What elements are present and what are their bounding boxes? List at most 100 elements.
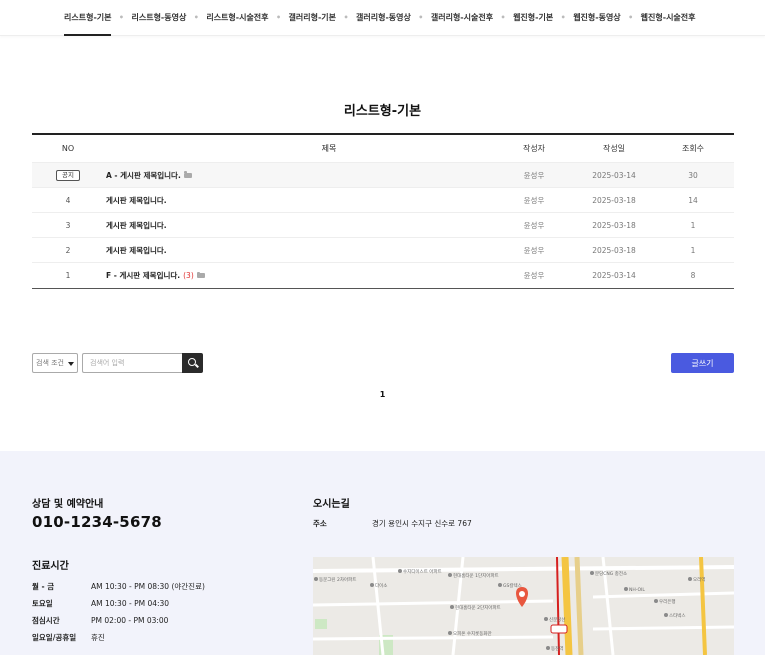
table-row[interactable]: 2 게시판 제목입니다. 윤성우 2025-03-18 1 xyxy=(32,238,734,263)
map-poi-icon xyxy=(688,577,692,581)
row-date: 2025-03-14 xyxy=(592,271,636,280)
pagination: 1 xyxy=(0,390,765,399)
map-label: 현대홈타운 1단지아파트 xyxy=(453,572,499,579)
map-poi-icon xyxy=(624,587,628,591)
consult-label: 상담 및 예약안내 xyxy=(32,499,104,510)
board-type-tabs: 리스트형-기본 • 리스트형-동영상 • 리스트형-시술전후 • 갤러리형-기본 • 갤러리형-… xyxy=(0,0,765,36)
table-row[interactable]: 3 게시판 제목입니다. 윤성우 2025-03-18 1 xyxy=(32,213,734,238)
tab-7[interactable]: 웹진형-기본 xyxy=(513,0,553,36)
attachment-folder-icon xyxy=(196,271,205,278)
row-views: 30 xyxy=(688,170,698,180)
tab-2[interactable]: 리스트형-동영상 xyxy=(131,0,186,36)
map-canvas[interactable]: 동문그린 2차아파트다이소 수지디이스트 아파트현대홈타운 1단지아파트 GS칼텍스… xyxy=(313,557,734,655)
map-label: 동천역 xyxy=(551,645,563,652)
map-label: 분당CNG 충전소 xyxy=(595,570,627,577)
row-author: 윤성우 xyxy=(523,271,545,280)
row-title-text[interactable]: 게시판 제목입니다. xyxy=(106,220,167,231)
row-date: 2025-03-18 xyxy=(592,245,636,255)
row-views: 1 xyxy=(690,245,696,255)
row-date: 2025-03-14 xyxy=(592,170,636,180)
address-label: 주소 xyxy=(313,519,327,528)
directions-label: 오시는길 xyxy=(313,499,350,510)
tab-3[interactable]: 리스트형-시술전후 xyxy=(206,0,268,36)
location-map[interactable]: 동문그린 2차아파트 다이소 수지디이스트 아파트 현대홈타운 1단지아파트 GS칼텍스… xyxy=(313,557,734,655)
phone-number[interactable]: 010-1234-5678 xyxy=(32,513,162,531)
map-poi-icon xyxy=(450,605,454,609)
map-pin-dot xyxy=(519,591,525,597)
tab-separator: • xyxy=(560,13,566,22)
table-row[interactable]: 4 게시판 제목입니다. 윤성우 2025-03-18 14 xyxy=(32,188,734,213)
search-icon xyxy=(188,358,196,366)
map-label: 오피온 수지롯동화만 xyxy=(453,630,492,637)
hours-day: 점심시간 xyxy=(32,616,60,625)
tab-5[interactable]: 갤러리형-동영상 xyxy=(356,0,411,36)
row-views: 14 xyxy=(688,195,698,205)
map-label: 오리역 xyxy=(693,576,705,583)
tab-4[interactable]: 갤러리형-기본 xyxy=(289,0,336,36)
row-author: 윤성우 xyxy=(523,170,545,180)
hours-day: 토요일 xyxy=(32,599,53,608)
tab-9[interactable]: 웹진형-시술전후 xyxy=(641,0,696,36)
map-station-marker xyxy=(550,624,568,634)
row-views: 1 xyxy=(690,220,696,230)
map-label: GS칼텍스 xyxy=(503,582,522,589)
hours-time: AM 10:30 - PM 04:30 xyxy=(91,599,170,608)
page-number-current[interactable]: 1 xyxy=(380,390,386,399)
row-title[interactable]: A - 게시판 제목입니다. xyxy=(104,170,494,181)
row-author: 윤성우 xyxy=(523,220,545,230)
notice-badge: 공지 xyxy=(56,169,80,181)
row-title[interactable]: 게시판 제목입니다. xyxy=(104,245,494,256)
tab-separator: • xyxy=(118,13,125,22)
map-label: 우리은행 xyxy=(659,598,676,605)
map-label: NH-OIL xyxy=(629,587,645,593)
map-label: 현대홈타운 2단지아파트 xyxy=(455,604,501,611)
tab-separator: • xyxy=(418,13,424,22)
row-title-text[interactable]: 게시판 제목입니다. xyxy=(106,245,167,256)
tab-6[interactable]: 갤러리형-시술전후 xyxy=(431,0,493,36)
attachment-folder-icon xyxy=(183,171,192,178)
map-label: 다이소 xyxy=(375,582,387,589)
tab-1[interactable]: 리스트형-기본 xyxy=(64,0,112,36)
search-button[interactable] xyxy=(182,353,203,373)
write-button[interactable]: 글쓰기 xyxy=(671,353,734,373)
hours-row: 월 - 금 AM 10:30 - PM 08:30 (야간진료) xyxy=(32,578,292,595)
map-highway xyxy=(561,557,573,655)
row-title[interactable]: F - 게시판 제목입니다. (3) xyxy=(104,270,494,281)
hours-day: 월 - 금 xyxy=(32,582,55,591)
row-date: 2025-03-18 xyxy=(592,195,636,205)
row-no: 공지 xyxy=(32,169,104,181)
caret-down-icon xyxy=(68,362,74,366)
map-poi-icon xyxy=(314,577,318,581)
map-label: 동문그린 2차아파트 xyxy=(319,576,356,583)
header-no: NO xyxy=(61,144,75,153)
map-road xyxy=(313,635,554,641)
hours-row: 점심시간 PM 02:00 - PM 03:00 xyxy=(32,612,292,629)
map-poi-icon xyxy=(448,631,452,635)
map-poi-icon xyxy=(590,571,594,575)
row-author: 윤성우 xyxy=(523,245,545,255)
table-row[interactable]: 공지 A - 게시판 제목입니다. 윤성우 2025-03-14 30 xyxy=(32,163,734,188)
map-poi-icon xyxy=(398,569,402,573)
row-title-text[interactable]: F - 게시판 제목입니다. xyxy=(106,270,180,281)
tab-separator: • xyxy=(193,13,199,22)
table-row[interactable]: 1 F - 게시판 제목입니다. (3) 윤성우 2025-03-14 8 xyxy=(32,263,734,288)
row-title[interactable]: 게시판 제목입니다. xyxy=(104,220,494,231)
footer: 상담 및 예약안내 010-1234-5678 진료시간 월 - 금 AM 10:… xyxy=(0,451,765,655)
row-title-text[interactable]: 게시판 제목입니다. xyxy=(106,195,167,206)
map-label: 스타벅스 xyxy=(669,612,686,619)
hours-time: PM 02:00 - PM 03:00 xyxy=(91,616,169,625)
header-date: 작성일 xyxy=(602,144,626,153)
row-author: 윤성우 xyxy=(523,195,545,205)
page-title: 리스트형-기본 xyxy=(343,104,422,119)
row-no: 4 xyxy=(65,195,71,205)
tab-8[interactable]: 웹진형-동영상 xyxy=(573,0,620,36)
hours-time: 휴진 xyxy=(91,633,105,642)
row-title[interactable]: 게시판 제목입니다. xyxy=(104,195,494,206)
hours-label: 진료시간 xyxy=(32,561,69,572)
map-poi-icon xyxy=(498,583,502,587)
header-views: 조회수 xyxy=(681,144,705,153)
hours-day: 일요일/공휴일 xyxy=(32,633,77,642)
row-title-text[interactable]: A - 게시판 제목입니다. xyxy=(106,170,181,181)
search-condition-select[interactable]: 검색 조건 xyxy=(32,353,78,373)
search-input[interactable] xyxy=(82,353,183,373)
